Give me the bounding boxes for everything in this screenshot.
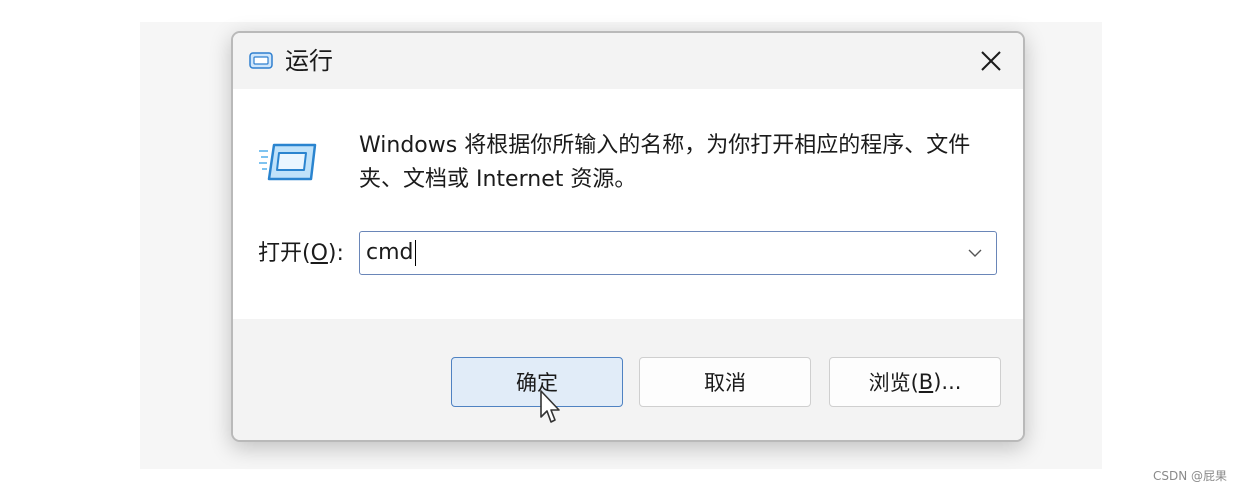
cancel-button-label: 取消	[704, 371, 746, 395]
open-input[interactable]: cmd	[366, 238, 416, 268]
browse-label-prefix: 浏览(	[868, 371, 919, 395]
close-icon	[981, 51, 1001, 71]
run-program-icon	[259, 143, 317, 181]
mouse-pointer-icon	[540, 390, 560, 423]
browse-button[interactable]: 浏览(B)...	[829, 357, 1001, 407]
open-combobox[interactable]: cmd	[359, 231, 997, 275]
cancel-button[interactable]: 取消	[639, 357, 811, 407]
open-label-prefix: 打开(	[258, 241, 311, 266]
close-button[interactable]	[969, 41, 1013, 81]
watermark: CSDN @屁果	[1152, 469, 1227, 483]
ok-button[interactable]: 确定	[451, 357, 623, 407]
run-dialog: 运行 Windows 将根据你所输入的名称，为你打开相应的程序、文件夹、文档或 …	[231, 31, 1025, 442]
browse-label-suffix: )...	[933, 370, 962, 394]
browse-label-accelerator: B	[918, 370, 934, 394]
dialog-title: 运行	[285, 47, 333, 75]
dialog-description: Windows 将根据你所输入的名称，为你打开相应的程序、文件夹、文档或 Int…	[359, 133, 971, 192]
dropdown-button[interactable]	[960, 238, 990, 268]
open-input-value: cmd	[366, 240, 414, 265]
open-label-accelerator: O	[310, 241, 328, 266]
dialog-content: Windows 将根据你所输入的名称，为你打开相应的程序、文件夹、文档或 Int…	[233, 89, 1023, 319]
chevron-down-icon	[968, 249, 982, 257]
open-label-suffix: ):	[327, 241, 344, 266]
title-bar[interactable]: 运行	[233, 33, 1023, 89]
run-icon	[249, 52, 273, 69]
text-caret	[414, 240, 416, 266]
dialog-footer: 确定 取消 浏览(B)...	[233, 319, 1023, 440]
open-label: 打开(O):	[258, 238, 344, 270]
